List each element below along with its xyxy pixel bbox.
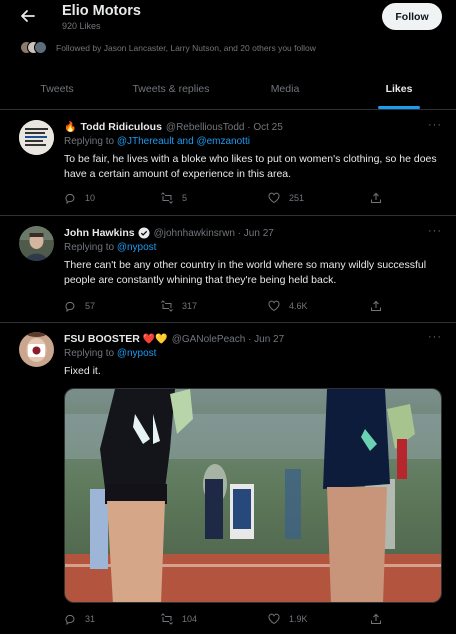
tweet[interactable]: 🔥 Todd Ridiculous @RebelliousTodd · Oct …	[0, 110, 456, 216]
tweet-actions: 10 5 251	[64, 192, 394, 206]
reply-mention-link[interactable]: @nypost	[117, 348, 157, 359]
reply-count: 10	[85, 193, 96, 203]
fire-emoji: 🔥	[64, 121, 77, 133]
reply-icon	[65, 193, 75, 204]
tweet-media-image[interactable]	[64, 388, 442, 603]
retweet-button[interactable]: 104	[161, 613, 197, 625]
back-arrow-icon[interactable]	[18, 6, 38, 26]
heart-emojis: ❤️💛	[142, 333, 168, 345]
replying-to-label: Replying to	[64, 348, 117, 359]
replying-to-label: Replying to	[64, 242, 117, 253]
tweet-author-name[interactable]: John Hawkins	[64, 227, 135, 239]
tweet-body: 🔥 Todd Ridiculous @RebelliousTodd · Oct …	[64, 119, 442, 181]
like-count: 1.9K	[289, 614, 308, 624]
replying-to: Replying to @nypost	[64, 242, 442, 255]
tab-tweets-replies[interactable]: Tweets & replies	[114, 68, 228, 109]
reply-icon	[65, 614, 75, 625]
share-button[interactable]	[370, 300, 391, 312]
retweet-button[interactable]: 5	[161, 192, 187, 204]
like-count: 4.6K	[289, 301, 308, 311]
reply-button[interactable]: 57	[64, 300, 95, 312]
follower-avatars	[20, 41, 48, 55]
profile-header: Elio Motors 920 Likes Follow	[0, 0, 456, 36]
reply-icon	[65, 301, 75, 312]
follower-avatar	[34, 41, 47, 54]
like-button[interactable]: 251	[268, 192, 304, 204]
retweet-count: 317	[182, 301, 198, 311]
avatar[interactable]	[19, 332, 54, 367]
followed-by-row[interactable]: Followed by Jason Lancaster, Larry Nutso…	[20, 41, 316, 55]
more-options-icon[interactable]: ···	[428, 225, 442, 237]
tab-media[interactable]: Media	[228, 68, 342, 109]
follow-button[interactable]: Follow	[382, 3, 442, 30]
retweet-button[interactable]: 317	[161, 300, 197, 312]
like-button[interactable]: 1.9K	[268, 613, 308, 625]
tweet-text: To be fair, he lives with a bloke who li…	[64, 153, 437, 180]
like-button[interactable]: 4.6K	[268, 300, 308, 312]
tweet-text: There can't be any other country in the …	[64, 259, 427, 286]
reply-count: 31	[85, 614, 96, 624]
tweet-author-name[interactable]: Todd Ridiculous	[80, 121, 161, 133]
heart-icon	[268, 192, 280, 204]
avatar[interactable]	[19, 226, 54, 261]
tweet-meta[interactable]: @RebelliousTodd · Oct 25	[166, 122, 283, 133]
heart-icon	[268, 300, 280, 312]
likes-count: 920 Likes	[62, 21, 101, 31]
reply-mention-link[interactable]: @nypost	[117, 242, 157, 253]
reply-mention-link[interactable]: @JThereault and @emzanotti	[117, 136, 250, 147]
retweet-icon	[161, 300, 173, 312]
tweet-meta[interactable]: @GANolePeach · Jun 27	[172, 334, 284, 345]
reply-button[interactable]: 10	[64, 192, 95, 204]
tweet-actions: 31 104 1.9K	[64, 613, 394, 627]
tweet-author-name[interactable]: FSU BOOSTER	[64, 333, 140, 345]
share-button[interactable]	[370, 192, 391, 204]
more-options-icon[interactable]: ···	[428, 119, 442, 131]
verified-badge-icon	[138, 227, 150, 239]
tab-likes[interactable]: Likes	[342, 68, 456, 109]
share-icon	[371, 300, 381, 311]
reply-count: 57	[85, 301, 96, 311]
tweet-meta[interactable]: @johnhawkinsrwn · Jun 27	[154, 228, 274, 239]
like-count: 251	[289, 193, 305, 203]
tab-tweets[interactable]: Tweets	[0, 68, 114, 109]
tweet[interactable]: FSU BOOSTER ❤️💛 @GANolePeach · Jun 27 ··…	[0, 323, 456, 634]
tweet[interactable]: John Hawkins @johnhawkinsrwn · Jun 27 ··…	[0, 216, 456, 323]
retweet-icon	[161, 613, 173, 625]
tweet-body: FSU BOOSTER ❤️💛 @GANolePeach · Jun 27 ··…	[64, 331, 442, 379]
replying-to: Replying to @nypost	[64, 348, 442, 361]
heart-icon	[268, 613, 280, 625]
more-options-icon[interactable]: ···	[428, 331, 442, 343]
tweet-actions: 57 317 4.6K	[64, 300, 394, 314]
share-icon	[371, 613, 381, 624]
replying-to-label: Replying to	[64, 136, 117, 147]
retweet-icon	[161, 192, 173, 204]
followed-by-text: Followed by Jason Lancaster, Larry Nutso…	[56, 43, 316, 53]
tweet-body: John Hawkins @johnhawkinsrwn · Jun 27 ··…	[64, 225, 442, 287]
avatar[interactable]	[19, 120, 54, 155]
retweet-count: 5	[182, 193, 188, 203]
reply-button[interactable]: 31	[64, 613, 95, 625]
retweet-count: 104	[182, 614, 198, 624]
replying-to: Replying to @JThereault and @emzanotti	[64, 136, 442, 149]
profile-tabs: Tweets Tweets & replies Media Likes	[0, 68, 456, 110]
share-icon	[371, 192, 381, 203]
tweet-text: Fixed it.	[64, 365, 101, 377]
share-button[interactable]	[370, 613, 391, 625]
page-title: Elio Motors	[62, 3, 141, 19]
